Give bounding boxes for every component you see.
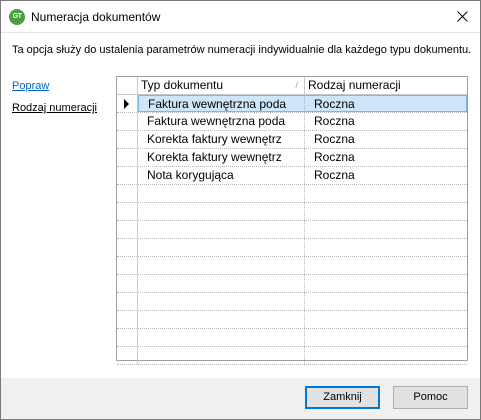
cell-rodzaj-numeracji[interactable] [305, 221, 467, 238]
window-title: Numeracja dokumentów [31, 10, 161, 24]
row-indicator [117, 275, 138, 292]
sort-indicator-icon: / [295, 80, 298, 90]
dialog-footer: Zamknij Pomoc [1, 378, 480, 419]
grid-header: Typ dokumentu / Rodzaj numeracji [117, 77, 467, 95]
cell-rodzaj-numeracji[interactable] [305, 311, 467, 328]
empty-table-row[interactable] [117, 203, 467, 221]
table-row[interactable]: Korekta faktury wewnętrz Roczna [117, 149, 467, 167]
cell-rodzaj-numeracji[interactable]: Roczna [305, 167, 467, 184]
row-indicator [117, 131, 138, 148]
empty-table-row[interactable] [117, 347, 467, 365]
row-indicator [117, 149, 138, 166]
row-indicator [117, 167, 138, 184]
table-row[interactable]: Nota korygująca Roczna [117, 167, 467, 185]
cell-typ-dokumentu[interactable] [138, 203, 305, 220]
cell-typ-dokumentu[interactable] [138, 221, 305, 238]
cell-typ-dokumentu[interactable]: Faktura wewnętrzna poda [138, 113, 305, 130]
cell-typ-dokumentu[interactable] [138, 347, 305, 364]
column-header-label: Typ dokumentu [141, 78, 224, 92]
cell-typ-dokumentu[interactable] [138, 185, 305, 202]
cell-typ-dokumentu[interactable] [138, 329, 305, 346]
column-header-typ-dokumentu[interactable]: Typ dokumentu / [138, 77, 305, 94]
cell-rodzaj-numeracji[interactable] [305, 257, 467, 274]
empty-table-row[interactable] [117, 257, 467, 275]
row-indicator [117, 221, 138, 238]
cell-rodzaj-numeracji[interactable]: Roczna [305, 95, 467, 112]
empty-table-row[interactable] [117, 311, 467, 329]
dialog-content: Ta opcja służy do ustalenia parametrów n… [1, 33, 480, 378]
cell-rodzaj-numeracji[interactable]: Roczna [305, 149, 467, 166]
cell-rodzaj-numeracji[interactable]: Roczna [305, 131, 467, 148]
cell-typ-dokumentu[interactable] [138, 311, 305, 328]
table-row[interactable]: Faktura wewnętrzna poda Roczna [117, 95, 467, 113]
empty-table-row[interactable] [117, 221, 467, 239]
row-indicator [117, 239, 138, 256]
row-indicator [117, 257, 138, 274]
empty-table-row[interactable] [117, 185, 467, 203]
empty-table-row[interactable] [117, 239, 467, 257]
close-icon [457, 11, 468, 22]
cell-rodzaj-numeracji[interactable] [305, 275, 467, 292]
current-row-arrow-icon [124, 99, 129, 109]
cell-typ-dokumentu[interactable] [138, 293, 305, 310]
cell-typ-dokumentu[interactable] [138, 257, 305, 274]
cell-typ-dokumentu[interactable] [138, 275, 305, 292]
cell-typ-dokumentu[interactable]: Korekta faktury wewnętrz [138, 149, 305, 166]
row-indicator [117, 347, 138, 364]
table-row[interactable]: Faktura wewnętrzna poda Roczna [117, 113, 467, 131]
table-row[interactable]: Korekta faktury wewnętrz Roczna [117, 131, 467, 149]
row-indicator-header [117, 77, 138, 94]
row-indicator [117, 113, 138, 130]
cell-typ-dokumentu[interactable] [138, 239, 305, 256]
cell-typ-dokumentu[interactable]: Faktura wewnętrzna poda [138, 95, 305, 112]
row-indicator [117, 293, 138, 310]
empty-table-row[interactable] [117, 329, 467, 347]
column-header-rodzaj-numeracji[interactable]: Rodzaj numeracji [305, 77, 467, 94]
dialog-window: GT Numeracja dokumentów Ta opcja służy d… [0, 0, 481, 420]
cell-rodzaj-numeracji[interactable] [305, 185, 467, 202]
title-bar: GT Numeracja dokumentów [1, 1, 480, 32]
cell-rodzaj-numeracji[interactable] [305, 329, 467, 346]
app-logo-icon: GT [9, 9, 25, 25]
empty-table-row[interactable] [117, 275, 467, 293]
close-button[interactable]: Zamknij [305, 386, 380, 409]
document-types-grid[interactable]: Typ dokumentu / Rodzaj numeracji Faktura… [116, 76, 468, 365]
sidebar-link-popraw[interactable]: Popraw [12, 79, 49, 93]
empty-table-row[interactable] [117, 293, 467, 311]
row-indicator [117, 329, 138, 346]
cell-rodzaj-numeracji[interactable]: Roczna [305, 113, 467, 130]
cell-rodzaj-numeracji[interactable] [305, 239, 467, 256]
row-indicator [117, 185, 138, 202]
grid-rows: Faktura wewnętrzna poda Roczna Faktura wew… [117, 95, 467, 365]
row-indicator [117, 95, 138, 112]
cell-rodzaj-numeracji[interactable] [305, 293, 467, 310]
cell-typ-dokumentu[interactable]: Nota korygująca [138, 167, 305, 184]
description-text: Ta opcja służy do ustalenia parametrów n… [12, 44, 472, 56]
cell-rodzaj-numeracji[interactable] [305, 203, 467, 220]
close-window-button[interactable] [444, 1, 480, 32]
row-indicator [117, 311, 138, 328]
cell-rodzaj-numeracji[interactable] [305, 347, 467, 364]
cell-typ-dokumentu[interactable]: Korekta faktury wewnętrz [138, 131, 305, 148]
row-indicator [117, 203, 138, 220]
sidebar-link-rodzaj-numeracji[interactable]: Rodzaj numeracji [12, 101, 97, 115]
help-button[interactable]: Pomoc [393, 386, 468, 409]
